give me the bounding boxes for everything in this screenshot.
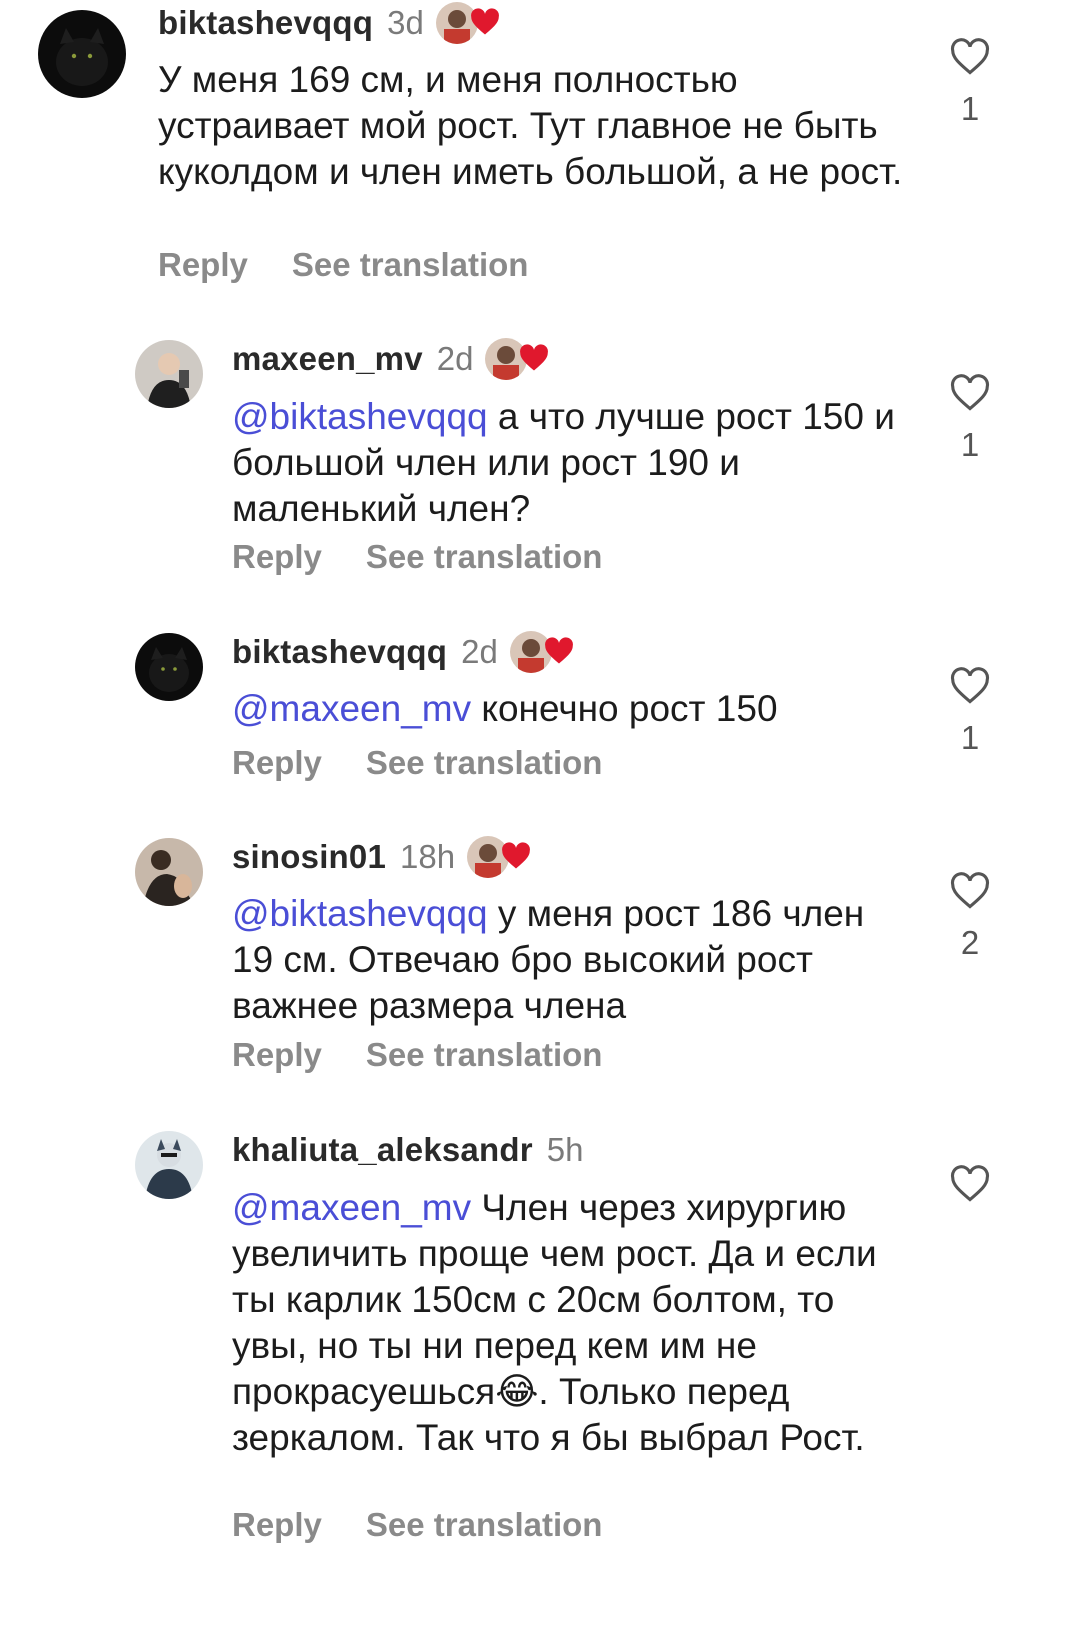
comment-text: @maxeen_mv конечно рост 150	[232, 686, 902, 732]
timestamp: 3d	[387, 4, 424, 41]
username[interactable]: biktashevqqq	[232, 633, 447, 671]
heart-outline-icon[interactable]	[949, 667, 991, 705]
like-count: 1	[960, 90, 980, 127]
reply-button[interactable]: Reply	[232, 538, 322, 576]
reply-button[interactable]: Reply	[232, 1506, 322, 1544]
username[interactable]: khaliuta_aleksandr	[232, 1131, 533, 1169]
reply-button[interactable]: Reply	[232, 1036, 322, 1074]
reply-button[interactable]: Reply	[158, 246, 248, 284]
mention-link[interactable]: @maxeen_mv	[232, 1187, 471, 1228]
red-heart-icon	[520, 344, 549, 371]
red-heart-icon	[544, 637, 573, 664]
timestamp: 18h	[400, 838, 456, 875]
see-translation-button[interactable]: See translation	[292, 246, 529, 284]
username[interactable]: maxeen_mv	[232, 340, 423, 378]
comment-text: У меня 169 см, и меня полностью устраива…	[158, 57, 908, 195]
username[interactable]: biktashevqqq	[158, 4, 373, 42]
red-heart-icon	[470, 8, 499, 35]
reply-button[interactable]: Reply	[232, 744, 322, 782]
heart-outline-icon[interactable]	[949, 1165, 991, 1203]
timestamp: 5h	[546, 1131, 584, 1168]
timestamp: 2d	[436, 340, 474, 377]
avatar[interactable]	[135, 340, 203, 408]
like-count: 1	[960, 719, 980, 756]
avatar[interactable]	[38, 10, 126, 98]
see-translation-button[interactable]: See translation	[366, 744, 603, 782]
username[interactable]: sinosin01	[232, 838, 386, 876]
creator-liked-badge	[485, 336, 559, 382]
mention-link[interactable]: @maxeen_mv	[232, 688, 471, 729]
heart-outline-icon[interactable]	[949, 872, 991, 910]
see-translation-button[interactable]: See translation	[366, 538, 603, 576]
avatar[interactable]	[135, 838, 203, 906]
avatar[interactable]	[135, 633, 203, 701]
comment-body: конечно рост 150	[471, 688, 778, 729]
comment-text: @biktashevqqq у меня рост 186 член 19 см…	[232, 891, 902, 1029]
like-count: 1	[960, 426, 980, 463]
timestamp: 2d	[461, 633, 498, 670]
heart-outline-icon[interactable]	[949, 374, 991, 412]
comment-text: @biktashevqqq а что лучше рост 150 и бол…	[232, 394, 902, 532]
creator-liked-badge	[435, 0, 510, 46]
comment-body: У меня 169 см, и меня полностью устраива…	[158, 59, 903, 192]
comment-text: @maxeen_mv Член через хирургию увеличить…	[232, 1185, 912, 1461]
red-heart-icon	[502, 842, 531, 869]
heart-outline-icon[interactable]	[949, 38, 991, 76]
like-count: 2	[960, 924, 980, 961]
mention-link[interactable]: @biktashevqqq	[232, 396, 488, 437]
avatar[interactable]	[135, 1131, 203, 1199]
creator-liked-badge	[467, 834, 541, 880]
creator-liked-badge	[509, 629, 584, 675]
mention-link[interactable]: @biktashevqqq	[232, 893, 488, 934]
see-translation-button[interactable]: See translation	[366, 1506, 603, 1544]
see-translation-button[interactable]: See translation	[366, 1036, 603, 1074]
